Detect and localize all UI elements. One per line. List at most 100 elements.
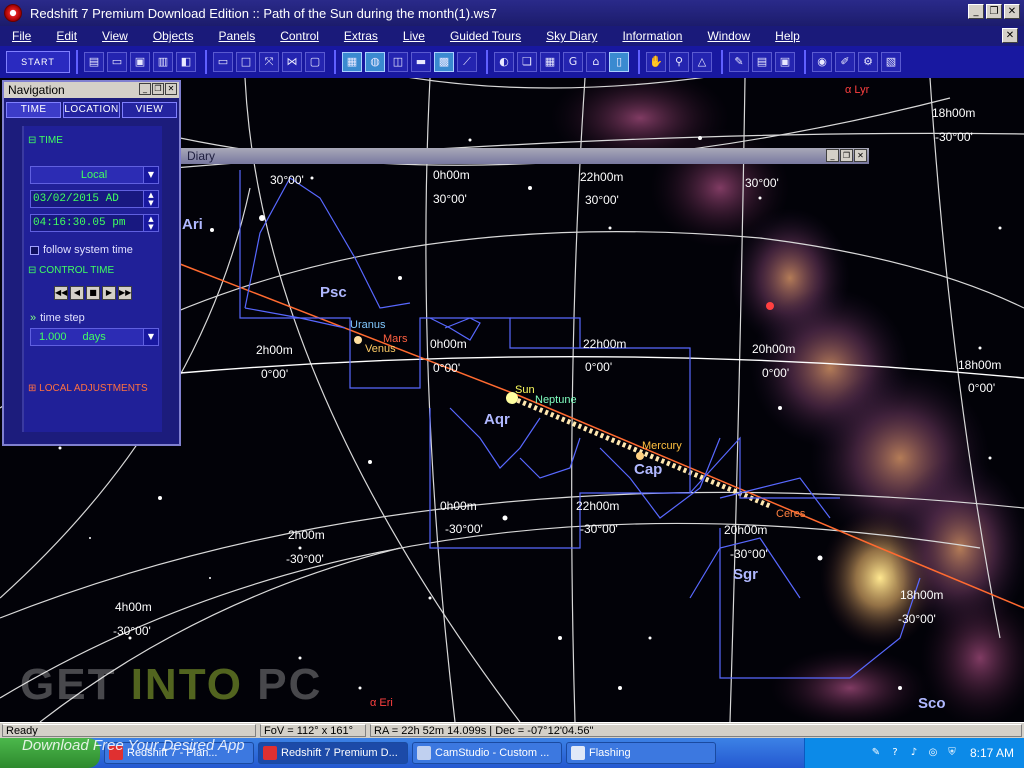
menu-file[interactable]: File: [12, 29, 31, 43]
planet-label-neptune[interactable]: Neptune: [535, 394, 577, 406]
menu-panels[interactable]: Panels: [219, 29, 256, 43]
close-icon[interactable]: ✕: [1004, 4, 1020, 19]
tool-icon[interactable]: ⟋: [457, 52, 477, 72]
close-icon[interactable]: ✕: [854, 149, 867, 162]
grid-icon[interactable]: ▦: [540, 52, 560, 72]
menu-view[interactable]: View: [102, 29, 128, 43]
export-icon[interactable]: ◧: [176, 52, 196, 72]
constellation-label-ari[interactable]: Ari: [182, 216, 203, 233]
document-close-icon[interactable]: ✕: [1002, 28, 1018, 43]
compare-icon[interactable]: ◫: [388, 52, 408, 72]
constellation-label-psc[interactable]: Psc: [320, 284, 347, 301]
minimize-icon[interactable]: _: [968, 4, 984, 19]
constellation-label-sgr[interactable]: Sgr: [733, 566, 758, 583]
step-back-icon[interactable]: ◀: [70, 286, 84, 300]
monitor-icon[interactable]: ▭: [213, 52, 233, 72]
chevron-down-icon[interactable]: ▼: [143, 328, 159, 346]
open-icon[interactable]: ▭: [107, 52, 127, 72]
diary-window-titlebar[interactable]: Diary _ ❐ ✕: [181, 148, 869, 164]
restore-icon[interactable]: ❐: [840, 149, 853, 162]
record-icon[interactable]: ◉: [812, 52, 832, 72]
clock[interactable]: 8:17 AM: [970, 746, 1014, 760]
menu-extras[interactable]: Extras: [344, 29, 378, 43]
task-button-camstudio[interactable]: CamStudio - Custom ...: [412, 742, 562, 764]
date-field[interactable]: 03/02/2015 AD ▲ ▼: [30, 190, 159, 208]
planets[interactable]: [354, 302, 774, 460]
minimize-icon[interactable]: _: [139, 83, 151, 95]
close-doc-icon[interactable]: ▧: [881, 52, 901, 72]
gravity-icon[interactable]: G: [563, 52, 583, 72]
restore-icon[interactable]: ❐: [152, 83, 164, 95]
close-icon[interactable]: ✕: [165, 83, 177, 95]
time-field[interactable]: 04:16:30.05 pm ▲ ▼: [30, 214, 159, 232]
menu-window[interactable]: Window: [707, 29, 750, 43]
restore-icon[interactable]: ❐: [986, 4, 1002, 19]
start-button[interactable]: START: [6, 51, 70, 73]
chart-icon[interactable]: ▬: [411, 52, 431, 72]
constellation-label-cap[interactable]: Cap: [634, 461, 662, 478]
time-step-field[interactable]: 1.000 days ▼: [30, 328, 159, 346]
constellation-label-aqr[interactable]: Aqr: [484, 411, 510, 428]
split-icon[interactable]: ⋈: [282, 52, 302, 72]
photo-icon[interactable]: ▣: [775, 52, 795, 72]
tab-view[interactable]: VIEW: [121, 102, 178, 118]
save-icon[interactable]: ▣: [130, 52, 150, 72]
edit-icon[interactable]: ✐: [835, 52, 855, 72]
date-spinner-icon[interactable]: ▲ ▼: [143, 190, 159, 208]
rewind-fast-icon[interactable]: ◀◀: [54, 286, 68, 300]
settings-icon[interactable]: ⚙: [858, 52, 878, 72]
timezone-select[interactable]: Local ▼: [30, 166, 159, 184]
stop-icon[interactable]: ■: [86, 286, 100, 300]
menu-live[interactable]: Live: [403, 29, 425, 43]
forward-fast-icon[interactable]: ▶▶: [118, 286, 132, 300]
control-time-header[interactable]: ⊟ CONTROL TIME: [28, 264, 162, 278]
star-label-alpha-eri[interactable]: α Eri: [370, 697, 393, 709]
task-button-redshift-premium[interactable]: Redshift 7 Premium D...: [258, 742, 408, 764]
home-icon[interactable]: ⌂: [586, 52, 606, 72]
panorama-icon[interactable]: ▦: [342, 52, 362, 72]
tab-location[interactable]: LOCATION: [63, 102, 120, 118]
menu-help[interactable]: Help: [775, 29, 800, 43]
calendar-icon[interactable]: ▩: [434, 52, 454, 72]
follow-system-time-checkbox[interactable]: follow system time: [30, 244, 162, 256]
local-adjustments-header[interactable]: ⊞ LOCAL ADJUSTMENTS: [28, 382, 162, 396]
globe-icon[interactable]: ◍: [365, 52, 385, 72]
tab-time[interactable]: TIME: [6, 102, 62, 118]
pen-tray-icon[interactable]: ✎: [869, 746, 883, 760]
checkbox-icon[interactable]: [30, 245, 39, 255]
hand-icon[interactable]: ✋: [646, 52, 666, 72]
layers-icon[interactable]: ❏: [517, 52, 537, 72]
planet-label-uranus[interactable]: Uranus: [350, 319, 385, 331]
planet-label-venus[interactable]: Venus: [365, 343, 396, 355]
step-forward-icon[interactable]: ▶: [102, 286, 116, 300]
window-icon[interactable]: □: [236, 52, 256, 72]
planet-label-ceres[interactable]: Ceres: [776, 508, 805, 520]
chevron-down-icon[interactable]: ▼: [143, 166, 159, 184]
time-spinner-icon[interactable]: ▲ ▼: [143, 214, 159, 232]
pen-icon[interactable]: ✎: [729, 52, 749, 72]
menu-guided-tours[interactable]: Guided Tours: [450, 29, 521, 43]
menu-sky-diary[interactable]: Sky Diary: [546, 29, 597, 43]
menu-edit[interactable]: Edit: [56, 29, 77, 43]
minimize-icon[interactable]: _: [826, 149, 839, 162]
menu-control[interactable]: Control: [280, 29, 319, 43]
menu-objects[interactable]: Objects: [153, 29, 194, 43]
fullscreen-icon[interactable]: ⤧: [259, 52, 279, 72]
snapshot-icon[interactable]: ▢: [305, 52, 325, 72]
note-icon[interactable]: ▤: [752, 52, 772, 72]
zoom-icon[interactable]: ⚲: [669, 52, 689, 72]
navigation-titlebar[interactable]: Navigation _ ❐ ✕: [4, 82, 179, 98]
shield-icon[interactable]: ⛨: [945, 746, 959, 760]
constellation-label-sco[interactable]: Sco: [918, 695, 946, 712]
volume-icon[interactable]: ♪: [907, 746, 921, 760]
help-tray-icon[interactable]: ?: [888, 746, 902, 760]
app-logo-icon[interactable]: [4, 4, 22, 22]
star-label-alpha-lyr[interactable]: α Lyr: [845, 84, 869, 96]
eye-icon[interactable]: ◐: [494, 52, 514, 72]
time-icon[interactable]: ▯: [609, 52, 629, 72]
print-icon[interactable]: ▥: [153, 52, 173, 72]
network-icon[interactable]: ◎: [926, 746, 940, 760]
time-section-header[interactable]: ⊟ TIME: [28, 134, 162, 148]
planet-label-mercury[interactable]: Mercury: [642, 440, 682, 452]
task-button-flashing[interactable]: Flashing: [566, 742, 716, 764]
